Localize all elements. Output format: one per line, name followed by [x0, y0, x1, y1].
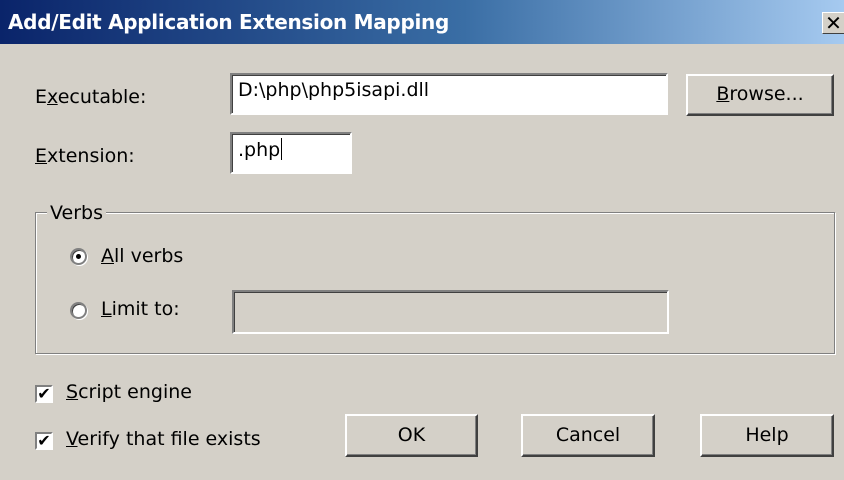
limit-to-radio[interactable] — [70, 302, 87, 319]
script-engine-label[interactable]: Script engine — [66, 381, 192, 403]
check-icon: ✔ — [37, 384, 51, 403]
extension-access-key: E — [35, 145, 48, 167]
executable-access-key: x — [47, 86, 58, 108]
executable-value: D:\php\php5isapi.dll — [238, 79, 430, 101]
limit-to-input[interactable] — [232, 290, 669, 334]
verify-file-label[interactable]: Verify that file exists — [66, 428, 261, 450]
verbs-group-title: Verbs — [47, 202, 106, 224]
all-verbs-radio[interactable] — [70, 248, 87, 265]
ok-button[interactable]: OK — [345, 414, 478, 457]
extension-value: .php — [238, 139, 281, 161]
check-icon: ✔ — [37, 431, 51, 450]
verify-file-checkbox[interactable]: ✔ — [35, 432, 53, 450]
help-button[interactable]: Help — [700, 414, 834, 457]
executable-input[interactable]: D:\php\php5isapi.dll — [230, 73, 668, 115]
extension-label: Extension: — [35, 145, 135, 167]
title-bar: Add/Edit Application Extension Mapping ✕ — [0, 0, 844, 44]
text-caret — [281, 138, 283, 160]
limit-to-label[interactable]: Limit to: — [101, 298, 180, 320]
close-icon: ✕ — [825, 12, 842, 34]
cancel-button[interactable]: Cancel — [521, 414, 655, 457]
extension-input[interactable]: .php — [230, 132, 352, 174]
dialog-title: Add/Edit Application Extension Mapping — [8, 10, 449, 34]
all-verbs-label[interactable]: All verbs — [101, 245, 183, 267]
radio-selected-dot — [76, 254, 81, 259]
executable-label: Executable: — [35, 86, 147, 108]
browse-button[interactable]: Browse... — [686, 74, 834, 116]
close-button[interactable]: ✕ — [822, 12, 844, 34]
script-engine-checkbox[interactable]: ✔ — [35, 385, 53, 403]
